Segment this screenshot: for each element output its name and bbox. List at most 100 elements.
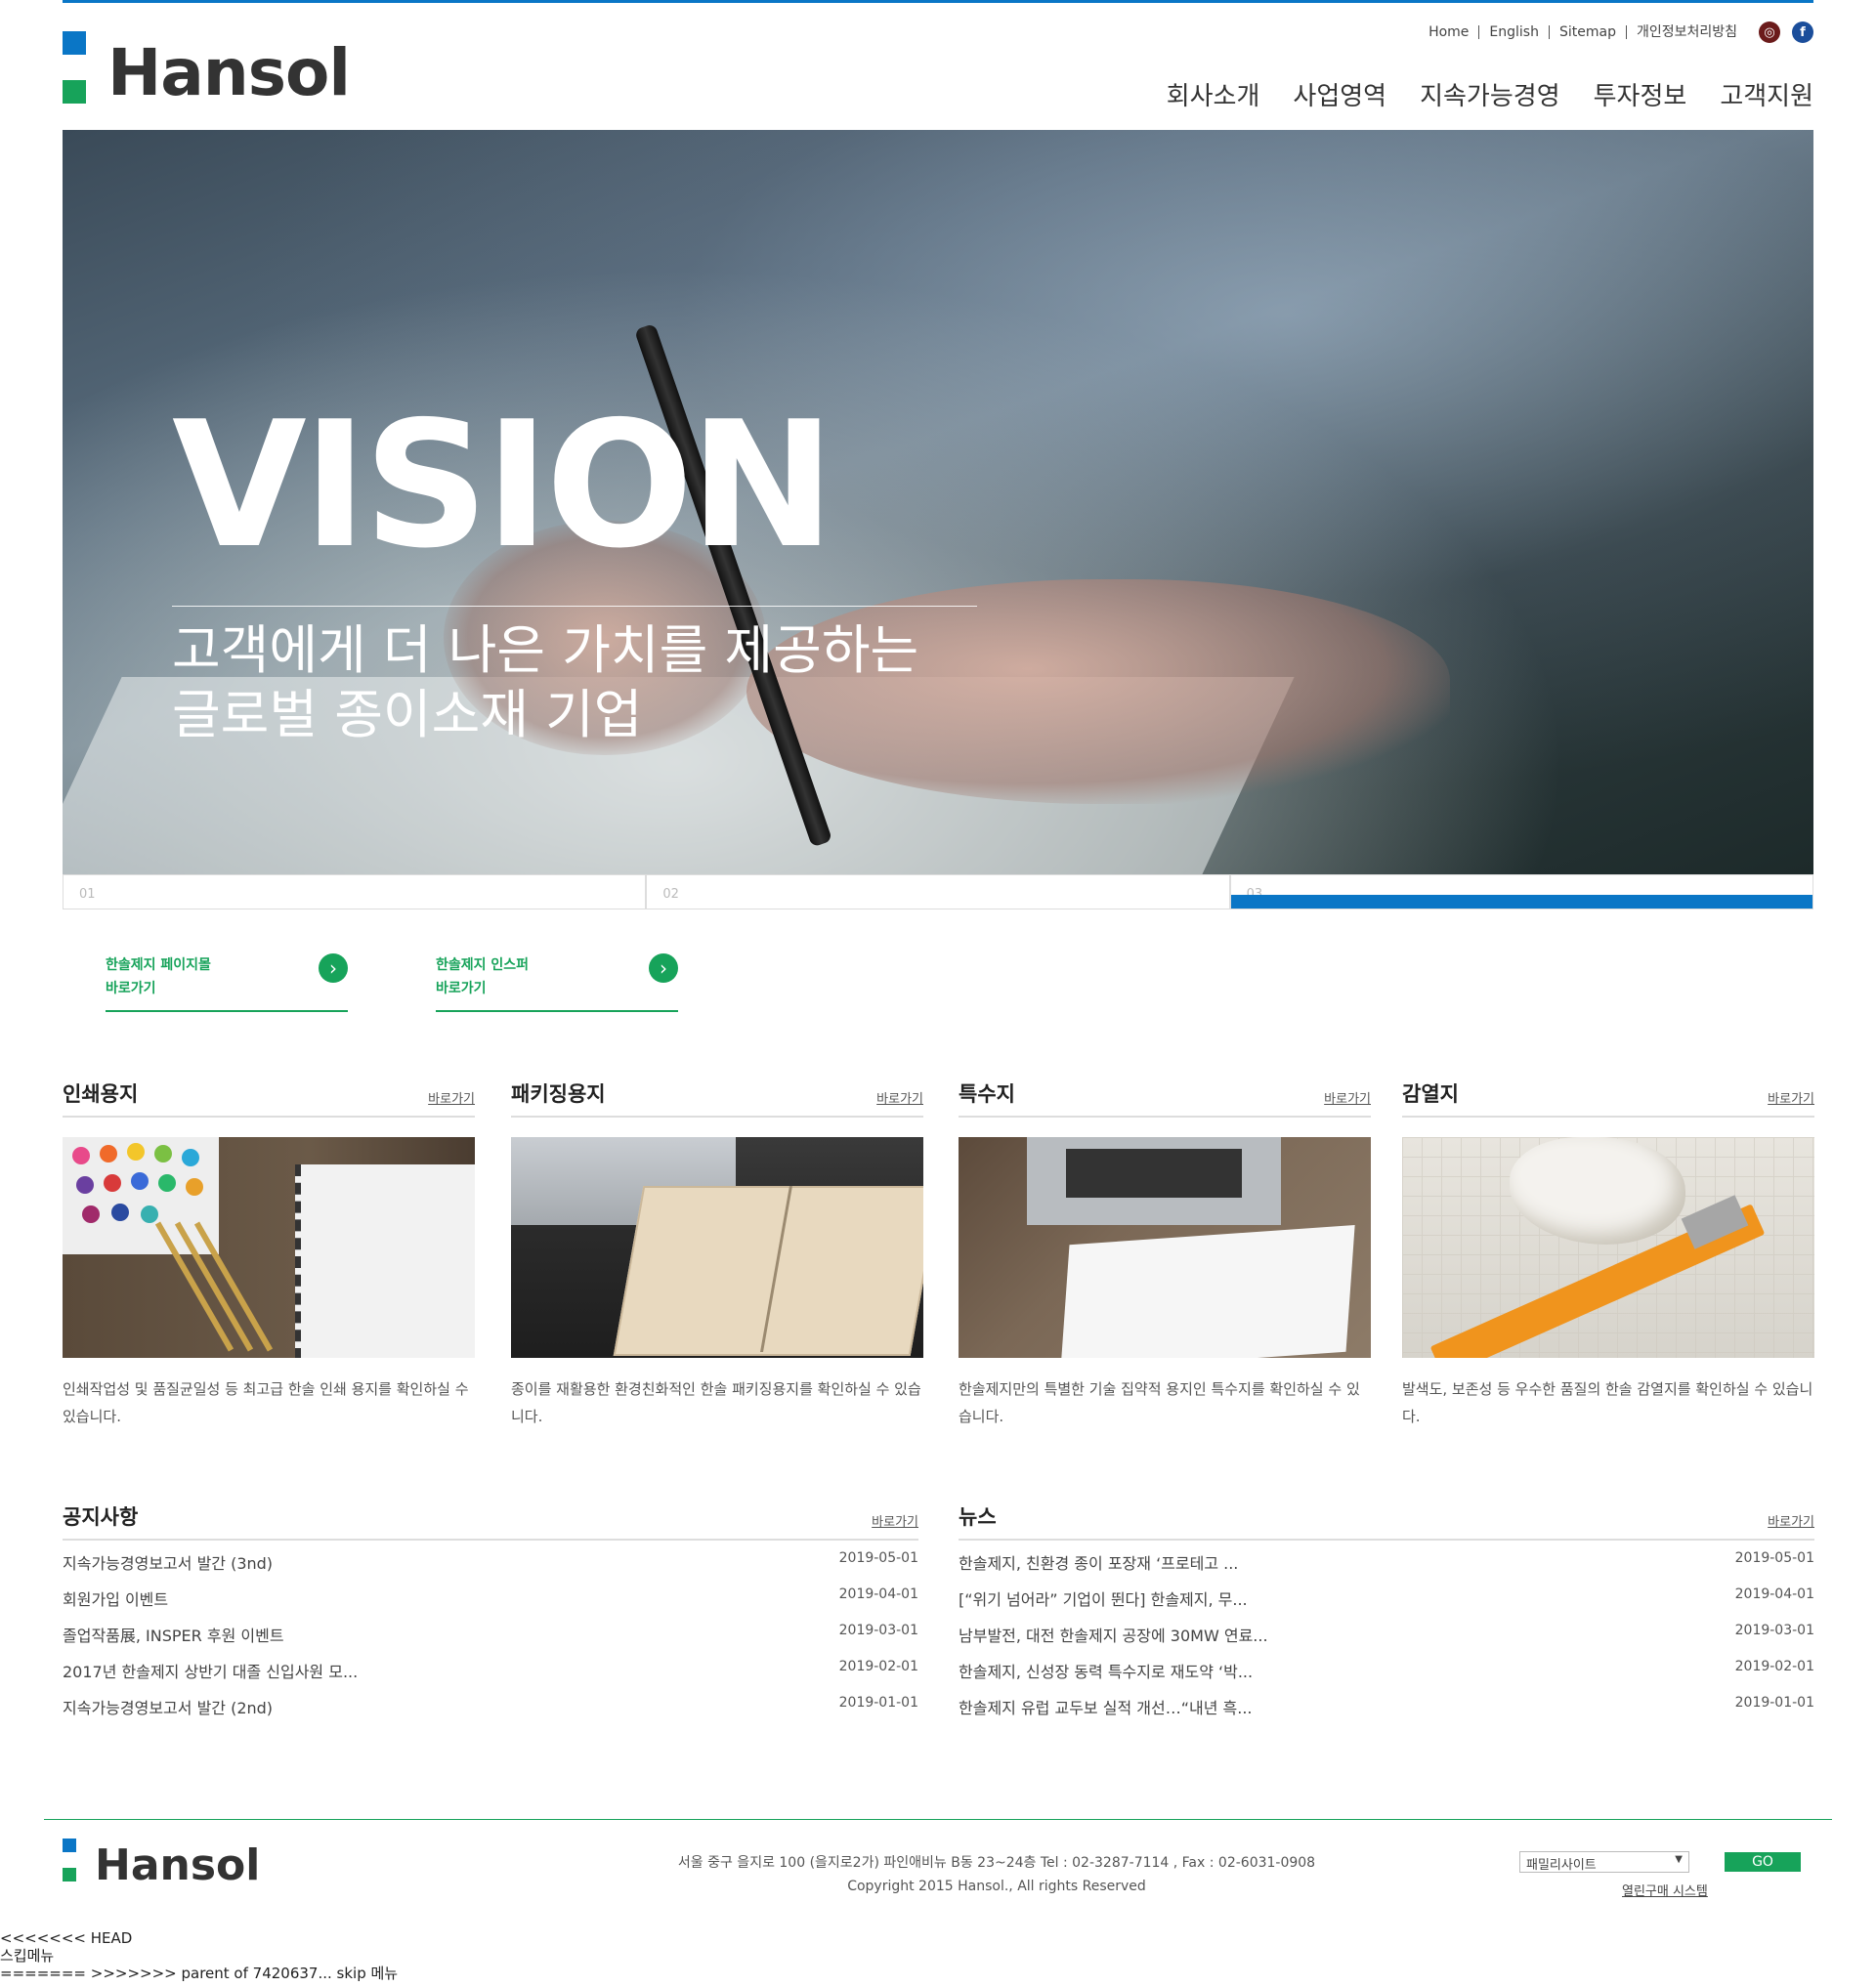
product-image[interactable] <box>959 1137 1371 1358</box>
chevron-right-icon[interactable]: › <box>649 953 678 983</box>
keyboard-shape <box>1066 1149 1242 1198</box>
list-item-date: 2019-02-01 <box>838 1659 918 1674</box>
main-nav: 회사소개 사업영역 지속가능경영 투자정보 고객지원 <box>1167 76 1813 112</box>
logo-text: Hansol <box>107 35 351 110</box>
top-accent-line <box>63 0 1813 3</box>
logo-blue-square <box>63 1839 76 1852</box>
chevron-down-icon: ▼ <box>1675 1854 1683 1865</box>
product-more-link[interactable]: 바로가기 <box>1324 1088 1371 1107</box>
slider-tab-3[interactable]: 03 <box>1229 874 1813 909</box>
quick-link-papermall[interactable]: 한솔제지 페이지몰 바로가기 › <box>106 940 348 1012</box>
logo-blue-square <box>63 31 86 55</box>
chevron-right-icon[interactable]: › <box>319 953 348 983</box>
paint-dot <box>154 1145 172 1163</box>
quick-link-label: 한솔제지 페이지몰 바로가기 <box>106 953 211 1000</box>
facebook-icon[interactable]: f <box>1792 21 1813 43</box>
nav-item-sustainability[interactable]: 지속가능경영 <box>1420 76 1560 112</box>
footer-logo-text: Hansol <box>95 1840 261 1890</box>
product-card-packaging: 패키징용지 바로가기 종이를 재활용한 환경친화적인 한솔 패키징용지를 확인하… <box>511 1075 923 1430</box>
slider-tab-2[interactable]: 02 <box>646 874 1230 909</box>
board-more-link[interactable]: 바로가기 <box>1768 1511 1814 1530</box>
product-more-link[interactable]: 바로가기 <box>1768 1088 1814 1107</box>
board-title: 공지사항 <box>63 1505 139 1529</box>
nav-item-company[interactable]: 회사소개 <box>1167 76 1260 112</box>
util-link-sitemap[interactable]: Sitemap <box>1550 25 1627 39</box>
nav-item-investor[interactable]: 투자정보 <box>1594 76 1687 112</box>
list-item-date: 2019-03-01 <box>1734 1623 1814 1638</box>
nav-item-support[interactable]: 고객지원 <box>1720 76 1813 112</box>
paint-dot <box>100 1145 117 1163</box>
product-title: 패키징용지 <box>511 1082 606 1106</box>
board-header: 뉴스 바로가기 <box>959 1498 1814 1541</box>
list-item[interactable]: 2017년 한솔제지 상반기 대졸 신입사원 모... 2019-02-01 <box>63 1649 918 1685</box>
slider-tab-label: 02 <box>662 887 679 902</box>
util-link-privacy[interactable]: 개인정보처리방침 <box>1627 25 1747 39</box>
logo-green-square <box>63 80 86 104</box>
paper-sheet-shape <box>1060 1225 1355 1358</box>
paint-dot <box>158 1174 176 1192</box>
instagram-icon[interactable]: ◎ <box>1759 21 1780 43</box>
list-item[interactable]: 한솔제지 유럽 교두보 실적 개선…“내년 흑... 2019-01-01 <box>959 1685 1814 1721</box>
list-item-title: [“위기 넘어라” 기업이 뛴다] 한솔제지, 무... <box>959 1590 1248 1609</box>
product-image[interactable] <box>1402 1137 1814 1358</box>
list-item-title: 한솔제지 유럽 교두보 실적 개선…“내년 흑... <box>959 1699 1253 1717</box>
hero-slider-tabs: 01 02 03 <box>63 874 1813 909</box>
list-item-title: 졸업작품展, INSPER 후원 이벤트 <box>63 1627 284 1645</box>
board-header: 공지사항 바로가기 <box>63 1498 918 1541</box>
product-image[interactable] <box>511 1137 923 1358</box>
family-site-select[interactable]: 패밀리사이트 ▼ <box>1519 1851 1689 1873</box>
list-item[interactable]: 회원가입 이벤트 2019-04-01 <box>63 1577 918 1613</box>
slider-progress-bar <box>1230 895 1812 909</box>
list-item[interactable]: 지속가능경영보고서 발간 (2nd) 2019-01-01 <box>63 1685 918 1721</box>
logo-green-square <box>63 1868 76 1881</box>
paint-dot <box>72 1147 90 1164</box>
paint-dot <box>104 1174 121 1192</box>
list-item-title: 지속가능경영보고서 발간 (3nd) <box>63 1554 274 1573</box>
list-item-title: 2017년 한솔제지 상반기 대졸 신입사원 모... <box>63 1663 359 1681</box>
list-item-date: 2019-04-01 <box>838 1586 918 1602</box>
product-image[interactable] <box>63 1137 475 1358</box>
purchase-system-link[interactable]: 열린구매 시스템 <box>1622 1881 1708 1899</box>
util-link-home[interactable]: Home <box>1419 25 1480 39</box>
slider-tab-1[interactable]: 01 <box>63 874 647 909</box>
paint-dot <box>82 1205 100 1223</box>
product-card-header: 감열지 바로가기 <box>1402 1075 1814 1118</box>
product-description: 인쇄작업성 및 품질균일성 등 최고급 한솔 인쇄 용지를 확인하실 수 있습니… <box>63 1380 469 1425</box>
footer-copyright: Copyright 2015 Hansol., All rights Reser… <box>847 1879 1146 1894</box>
product-card-specialty: 특수지 바로가기 한솔제지만의 특별한 기술 집약적 용지인 특수지를 확인하실… <box>959 1075 1371 1430</box>
paint-dot <box>131 1172 149 1190</box>
news-board: 뉴스 바로가기 한솔제지, 친환경 종이 포장재 ‘프로테고 ... 2019-0… <box>959 1498 1814 1721</box>
product-description: 종이를 재활용한 환경친화적인 한솔 패키징용지를 확인하실 수 있습니다. <box>511 1380 921 1425</box>
footer-address: 서울 중구 을지로 100 (을지로2가) 파인애비뉴 B동 23~24층 Te… <box>677 1855 1316 1871</box>
util-link-english[interactable]: English <box>1479 25 1550 39</box>
quick-link-label: 한솔제지 인스퍼 바로가기 <box>436 953 529 1000</box>
paint-dot <box>127 1143 145 1161</box>
list-item[interactable]: 한솔제지, 친환경 종이 포장재 ‘프로테고 ... 2019-05-01 <box>959 1541 1814 1577</box>
go-button[interactable]: GO <box>1725 1852 1801 1872</box>
product-more-link[interactable]: 바로가기 <box>876 1088 923 1107</box>
brush-shape <box>193 1221 274 1352</box>
product-description: 한솔제지만의 특별한 기술 집약적 용지인 특수지를 확인하실 수 있습니다. <box>959 1380 1360 1425</box>
nav-item-business[interactable]: 사업영역 <box>1293 76 1386 112</box>
hero-subtitle-line1: 고객에게 더 나은 가치를 제공하는 <box>172 619 919 681</box>
paint-dot <box>186 1178 203 1196</box>
list-item-date: 2019-05-01 <box>838 1550 918 1566</box>
footer-divider <box>44 1819 1832 1820</box>
notice-board: 공지사항 바로가기 지속가능경영보고서 발간 (3nd) 2019-05-01 회… <box>63 1498 918 1721</box>
quick-link-insper[interactable]: 한솔제지 인스퍼 바로가기 › <box>436 940 678 1012</box>
product-card-header: 인쇄용지 바로가기 <box>63 1075 475 1118</box>
hero-subtitle-line2: 글로벌 종이소재 기업 <box>172 684 643 745</box>
board-more-link[interactable]: 바로가기 <box>872 1511 918 1530</box>
list-item[interactable]: 지속가능경영보고서 발간 (3nd) 2019-05-01 <box>63 1541 918 1577</box>
list-item[interactable]: 남부발전, 대전 한솔제지 공장에 30MW 연료... 2019-03-01 <box>959 1613 1814 1649</box>
product-card-header: 패키징용지 바로가기 <box>511 1075 923 1118</box>
product-more-link[interactable]: 바로가기 <box>428 1088 475 1107</box>
quick-link-line1: 한솔제지 인스퍼 <box>436 957 530 973</box>
list-item-title: 회원가입 이벤트 <box>63 1590 169 1609</box>
list-item[interactable]: [“위기 넘어라” 기업이 뛴다] 한솔제지, 무... 2019-04-01 <box>959 1577 1814 1613</box>
product-description: 발색도, 보존성 등 우수한 품질의 한솔 감열지를 확인하실 수 있습니다. <box>1402 1380 1813 1425</box>
hero-title: VISION <box>172 384 835 586</box>
list-item[interactable]: 졸업작품展, INSPER 후원 이벤트 2019-03-01 <box>63 1613 918 1649</box>
list-item[interactable]: 한솔제지, 신성장 동력 특수지로 재도약 ‘박... 2019-02-01 <box>959 1649 1814 1685</box>
skip-menu-link[interactable]: 스킵메뉴 <box>0 1947 398 1965</box>
